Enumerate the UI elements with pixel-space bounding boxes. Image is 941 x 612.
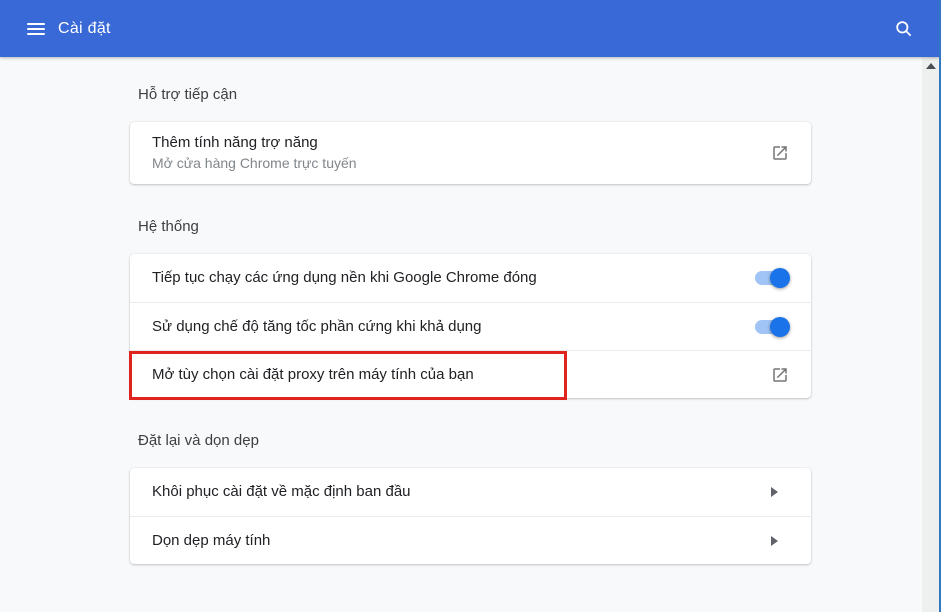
row-text: Thêm tính năng trợ năngMở cửa hàng Chrom… <box>152 133 771 173</box>
scrollbar-track[interactable] <box>922 57 939 612</box>
row-title: Dọn dẹp máy tính <box>152 531 771 551</box>
toggle-switch[interactable] <box>755 320 789 334</box>
settings-row[interactable]: Tiếp tục chạy các ứng dụng nền khi Googl… <box>130 254 811 302</box>
row-title: Sử dụng chế độ tăng tốc phần cứng khi kh… <box>152 317 755 337</box>
toggle-switch[interactable] <box>755 271 789 285</box>
settings-row[interactable]: Mở tùy chọn cài đặt proxy trên máy tính … <box>130 350 811 398</box>
settings-card: Khôi phục cài đặt về mặc định ban đầu Dọn… <box>130 468 811 564</box>
settings-content: Hỗ trợ tiếp cậnThêm tính năng trợ năngMở… <box>130 57 811 564</box>
row-text: Tiếp tục chạy các ứng dụng nền khi Googl… <box>152 268 755 288</box>
chevron-right-icon <box>771 536 778 546</box>
row-title: Tiếp tục chạy các ứng dụng nền khi Googl… <box>152 268 755 288</box>
row-text: Khôi phục cài đặt về mặc định ban đầu <box>152 482 771 502</box>
app-header: Cài đặt <box>0 0 941 57</box>
row-text: Dọn dẹp máy tính <box>152 531 771 551</box>
row-title: Mở tùy chọn cài đặt proxy trên máy tính … <box>152 365 771 385</box>
hamburger-menu-icon[interactable] <box>27 19 45 39</box>
row-subtitle: Mở cửa hàng Chrome trực tuyến <box>152 154 771 173</box>
row-title: Khôi phục cài đặt về mặc định ban đầu <box>152 482 771 502</box>
search-icon[interactable] <box>894 19 913 38</box>
chevron-right-icon <box>771 487 778 497</box>
external-link-icon <box>771 144 789 162</box>
settings-row[interactable]: Khôi phục cài đặt về mặc định ban đầu <box>130 468 811 516</box>
row-title: Thêm tính năng trợ năng <box>152 133 771 153</box>
settings-card: Thêm tính năng trợ năngMở cửa hàng Chrom… <box>130 122 811 184</box>
settings-row[interactable]: Dọn dẹp máy tính <box>130 516 811 564</box>
toggle-knob <box>770 317 790 337</box>
section-heading: Hệ thống <box>130 217 811 237</box>
settings-card: Tiếp tục chạy các ứng dụng nền khi Googl… <box>130 254 811 398</box>
row-text: Mở tùy chọn cài đặt proxy trên máy tính … <box>152 365 771 385</box>
toggle-knob <box>770 268 790 288</box>
settings-row[interactable]: Thêm tính năng trợ năngMở cửa hàng Chrom… <box>130 122 811 184</box>
external-link-icon <box>771 366 789 384</box>
page-title: Cài đặt <box>58 20 111 38</box>
scroll-up-arrow-icon <box>926 63 936 69</box>
section-heading: Hỗ trợ tiếp cận <box>130 85 811 105</box>
row-text: Sử dụng chế độ tăng tốc phần cứng khi kh… <box>152 317 755 337</box>
settings-row[interactable]: Sử dụng chế độ tăng tốc phần cứng khi kh… <box>130 302 811 350</box>
section-heading: Đặt lại và dọn dẹp <box>130 431 811 451</box>
scrollbar-up-button[interactable] <box>922 57 939 74</box>
